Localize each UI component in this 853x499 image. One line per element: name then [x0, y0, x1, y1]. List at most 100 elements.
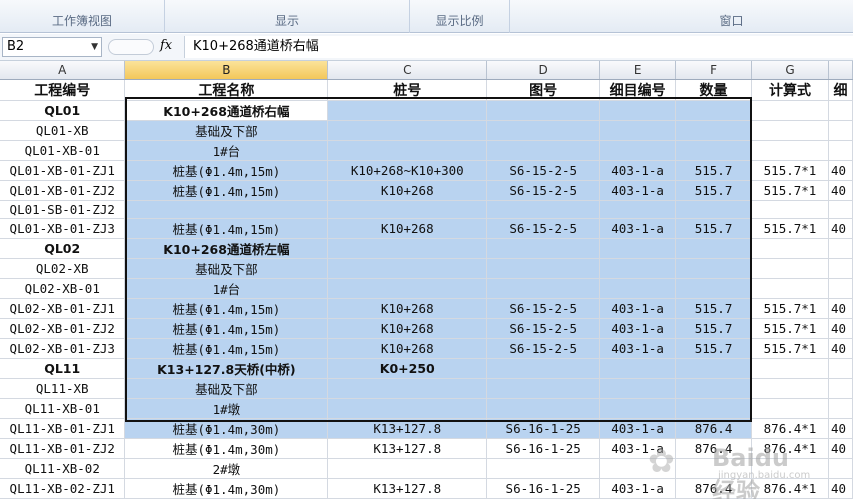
cell[interactable]: QL02-XB-01-ZJ3 — [0, 338, 126, 360]
cell[interactable]: 515.7*1 — [751, 160, 829, 181]
insert-function-icon[interactable]: fx — [160, 38, 172, 53]
cell[interactable]: 桩基(Φ1.4m,30m) — [124, 418, 329, 440]
cell[interactable]: K10+268 — [327, 338, 488, 360]
cell[interactable] — [675, 278, 753, 300]
cell[interactable] — [327, 378, 488, 400]
cell[interactable] — [599, 238, 677, 260]
cell[interactable] — [751, 238, 829, 260]
cell[interactable]: 515.7 — [675, 160, 753, 181]
cell[interactable] — [486, 238, 601, 260]
cell[interactable] — [327, 200, 488, 220]
header-cell[interactable]: 细目编号 — [599, 79, 677, 101]
cell[interactable]: 桩基(Φ1.4m,15m) — [124, 160, 329, 181]
cell[interactable]: QL11-XB-01-ZJ2 — [0, 438, 126, 460]
cell[interactable]: K10+268 — [327, 298, 488, 320]
cell[interactable] — [675, 238, 753, 260]
cell[interactable]: 桩基(Φ1.4m,15m) — [124, 218, 329, 240]
cell[interactable]: QL02-XB-01 — [0, 278, 126, 300]
cell[interactable]: K10+268~K10+300 — [327, 160, 488, 181]
cell[interactable]: QL11-XB — [0, 378, 126, 400]
cell[interactable]: 403-1-a — [599, 218, 677, 240]
cell[interactable]: K0+250 — [327, 358, 488, 380]
cell[interactable] — [486, 398, 601, 420]
cell[interactable] — [828, 200, 853, 220]
cell[interactable]: 桩基(Φ1.4m,15m) — [124, 318, 329, 340]
cell[interactable]: K10+268通道桥右幅 — [124, 100, 329, 121]
cell[interactable]: QL11-XB-01 — [0, 398, 126, 420]
cell[interactable]: 515.7*1 — [751, 318, 829, 340]
cell[interactable]: 403-1-a — [599, 180, 677, 201]
cell[interactable] — [486, 100, 601, 121]
cell[interactable]: K10+268 — [327, 218, 488, 240]
cell[interactable]: 40 — [828, 318, 853, 340]
cell[interactable]: S6-16-1-25 — [486, 438, 601, 460]
cell[interactable]: 515.7 — [675, 298, 753, 320]
cell[interactable]: S6-15-2-5 — [486, 180, 601, 201]
cell[interactable]: 515.7 — [675, 180, 753, 201]
column-header[interactable]: C — [327, 61, 488, 80]
cell[interactable]: 基础及下部 — [124, 378, 329, 400]
cell[interactable]: 桩基(Φ1.4m,30m) — [124, 438, 329, 460]
cell[interactable] — [675, 358, 753, 380]
cell[interactable] — [327, 458, 488, 480]
cell[interactable]: 1#台 — [124, 140, 329, 161]
cell[interactable] — [828, 100, 853, 121]
cell[interactable]: QL02-XB-01-ZJ2 — [0, 318, 126, 340]
header-cell[interactable]: 图号 — [486, 79, 601, 101]
column-header[interactable]: F — [675, 61, 753, 80]
cell[interactable]: 515.7*1 — [751, 298, 829, 320]
cell[interactable]: QL01-XB-01-ZJ3 — [0, 218, 126, 240]
cell[interactable] — [675, 100, 753, 121]
cell[interactable] — [327, 100, 488, 121]
cell[interactable]: 40 — [828, 438, 853, 460]
cell[interactable]: 桩基(Φ1.4m,30m) — [124, 478, 329, 499]
cell[interactable] — [751, 100, 829, 121]
column-header[interactable] — [828, 61, 853, 80]
cell[interactable]: 基础及下部 — [124, 120, 329, 141]
column-header[interactable]: D — [486, 61, 601, 80]
cell[interactable] — [486, 258, 601, 280]
cell[interactable] — [486, 140, 601, 161]
header-cell[interactable]: 计算式 — [751, 79, 829, 101]
chevron-down-icon[interactable]: ▼ — [91, 38, 98, 56]
cell[interactable]: 515.7*1 — [751, 180, 829, 201]
cell[interactable]: S6-15-2-5 — [486, 160, 601, 181]
cell[interactable] — [599, 120, 677, 141]
cell[interactable] — [751, 200, 829, 220]
header-cell[interactable]: 数量 — [675, 79, 753, 101]
cell[interactable]: 515.7*1 — [751, 218, 829, 240]
cell[interactable]: S6-15-2-5 — [486, 318, 601, 340]
cell[interactable]: QL01-SB-01-ZJ2 — [0, 200, 126, 220]
cell[interactable] — [486, 378, 601, 400]
cell[interactable] — [327, 238, 488, 260]
cell[interactable] — [751, 278, 829, 300]
cell[interactable] — [599, 358, 677, 380]
cell[interactable]: 1#墩 — [124, 398, 329, 420]
cell[interactable] — [486, 120, 601, 141]
cell[interactable] — [828, 140, 853, 161]
cell[interactable] — [486, 200, 601, 220]
cell[interactable]: 515.7*1 — [751, 338, 829, 360]
cell[interactable] — [828, 120, 853, 141]
cell[interactable]: K13+127.8天桥(中桥) — [124, 358, 329, 380]
cell[interactable]: 桩基(Φ1.4m,15m) — [124, 298, 329, 320]
cell[interactable] — [675, 398, 753, 420]
header-cell[interactable]: 工程名称 — [124, 79, 329, 101]
cell[interactable]: 403-1-a — [599, 160, 677, 181]
cell[interactable]: K10+268通道桥左幅 — [124, 238, 329, 260]
cell[interactable] — [828, 238, 853, 260]
cell[interactable] — [828, 278, 853, 300]
cell[interactable] — [599, 100, 677, 121]
cell[interactable]: 403-1-a — [599, 318, 677, 340]
cell[interactable]: QL11 — [0, 358, 126, 380]
cell[interactable] — [751, 258, 829, 280]
cell[interactable]: QL01-XB-01-ZJ1 — [0, 160, 126, 181]
cell[interactable] — [751, 358, 829, 380]
cell[interactable] — [599, 378, 677, 400]
cell[interactable]: 桩基(Φ1.4m,15m) — [124, 338, 329, 360]
cell[interactable]: QL01-XB-01 — [0, 140, 126, 161]
cell[interactable]: 2#墩 — [124, 458, 329, 480]
cell[interactable]: 桩基(Φ1.4m,15m) — [124, 180, 329, 201]
cell[interactable]: K13+127.8 — [327, 418, 488, 440]
cell[interactable]: S6-15-2-5 — [486, 218, 601, 240]
